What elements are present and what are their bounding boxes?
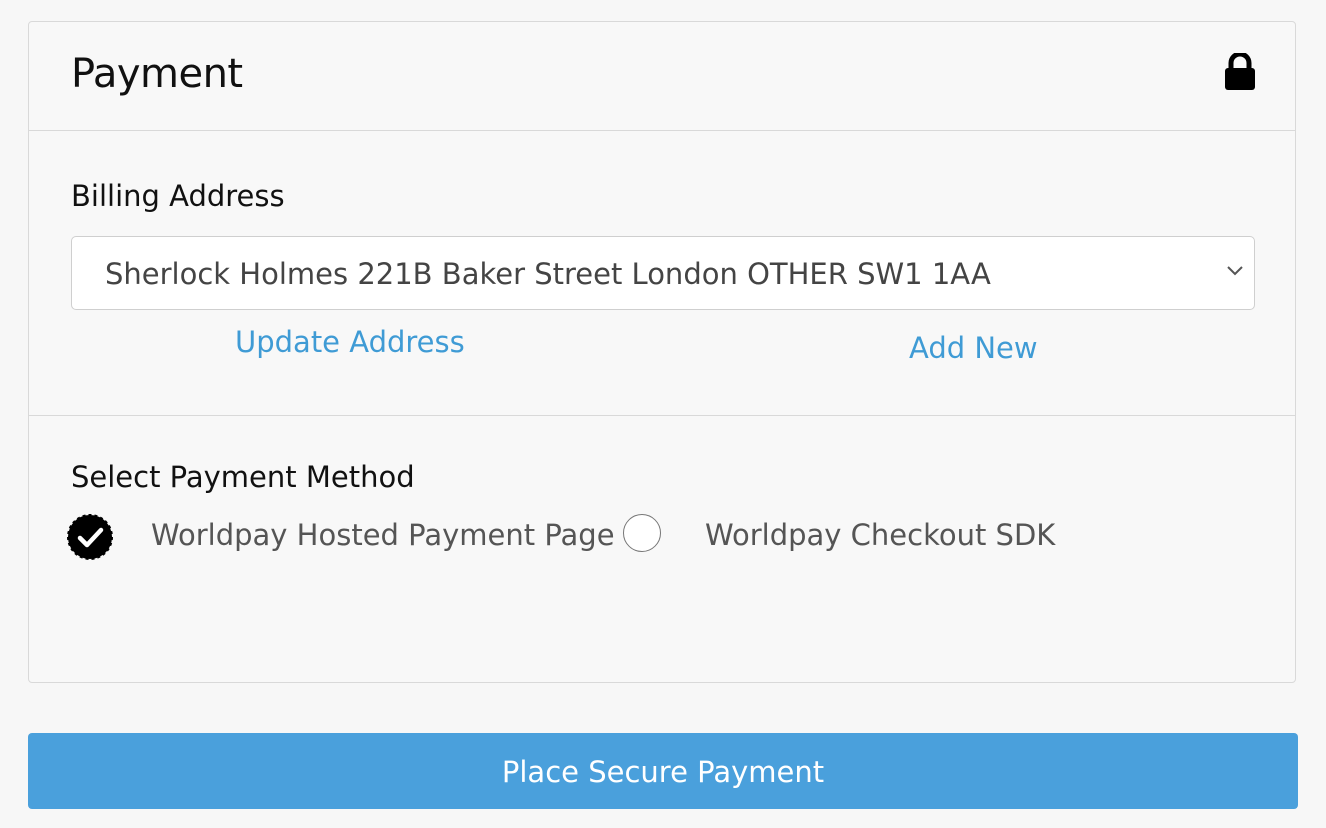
radio-hpp-selected[interactable] (65, 512, 115, 562)
radio-checkout-sdk[interactable] (623, 514, 661, 552)
billing-section: Billing Address Sherlock Holmes 221B Bak… (29, 131, 1295, 416)
page-title: Payment (71, 51, 243, 97)
payment-method-label: Select Payment Method (71, 460, 415, 494)
chevron-down-icon (1227, 266, 1243, 276)
place-secure-payment-button[interactable]: Place Secure Payment (28, 733, 1298, 809)
billing-address-label: Billing Address (71, 179, 285, 213)
radio-label-checkout-sdk[interactable]: Worldpay Checkout SDK (705, 518, 1055, 553)
add-new-address-link[interactable]: Add New (909, 331, 1038, 366)
selected-address-value: Sherlock Holmes 221B Baker Street London… (105, 257, 991, 291)
card-header: Payment (29, 22, 1295, 131)
billing-address-select[interactable]: Sherlock Holmes 221B Baker Street London… (71, 236, 1255, 310)
payment-method-section: Select Payment Method Worldpay Hosted Pa… (29, 416, 1295, 684)
update-address-link[interactable]: Update Address (235, 325, 465, 360)
lock-icon (1225, 53, 1255, 90)
radio-label-hpp[interactable]: Worldpay Hosted Payment Page (151, 518, 615, 553)
payment-card: Payment Billing Address Sherlock Holmes … (28, 21, 1296, 683)
